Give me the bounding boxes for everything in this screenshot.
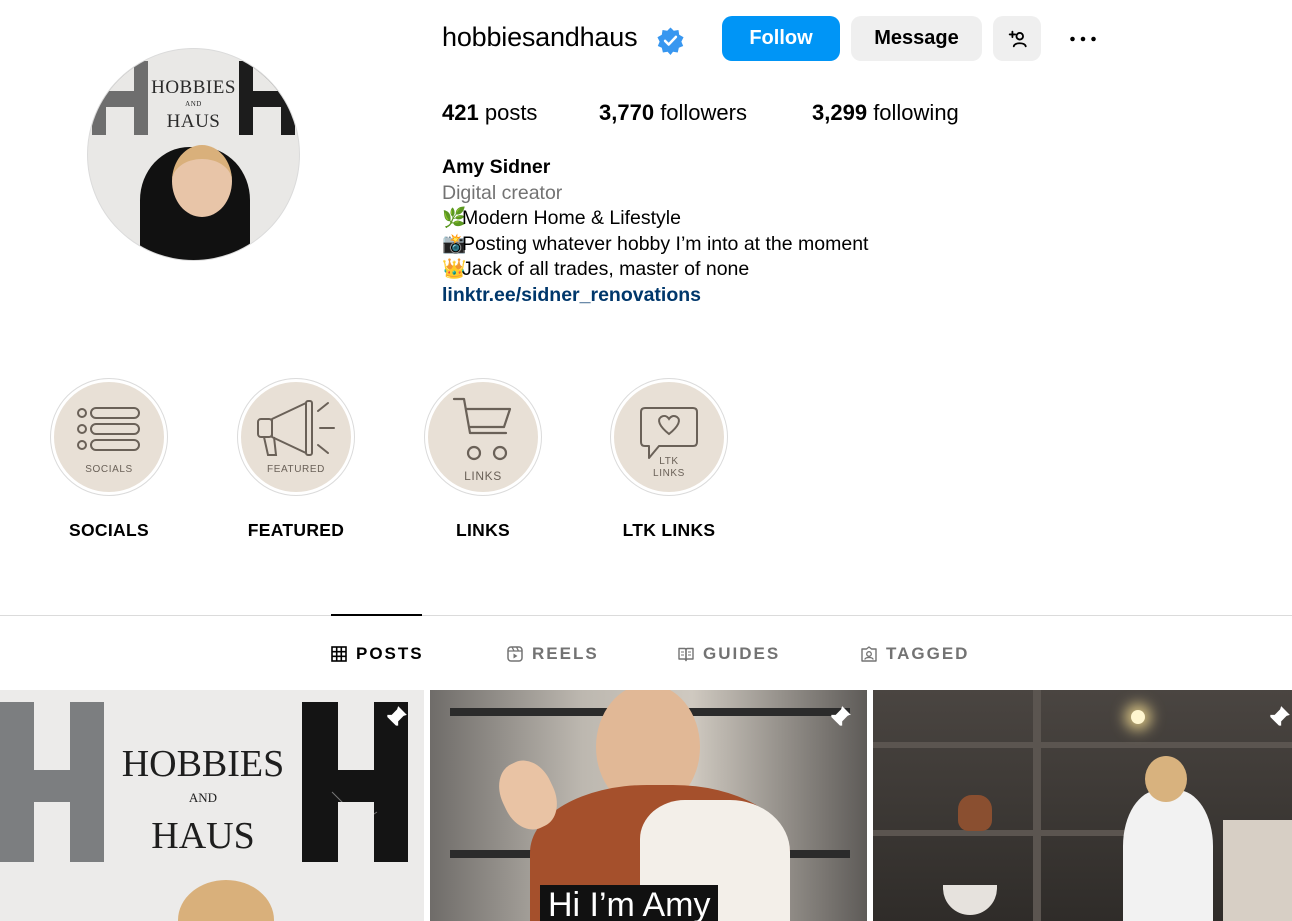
- profile-avatar[interactable]: HOBBIES AND HAUS: [87, 48, 300, 261]
- pinned-post-icon: [830, 706, 851, 727]
- highlight-ltk-links[interactable]: LTK LINKS LTK LINKS: [609, 378, 729, 541]
- bio-line-3: 👑Jack of all trades, master of none: [442, 257, 868, 283]
- post-tile[interactable]: Hi I’m Amy: [430, 690, 867, 921]
- megaphone-icon: [257, 400, 335, 456]
- highlight-cover: LTK LINKS: [614, 382, 724, 492]
- highlight-cover: SOCIALS: [54, 382, 164, 492]
- post-person-shirt: [1123, 790, 1213, 921]
- reels-icon: [507, 646, 523, 662]
- suggested-accounts-button[interactable]: [993, 16, 1041, 61]
- highlight-ring: LINKS: [424, 378, 542, 496]
- bio-line-2: 📸Posting whatever hobby I’m into at the …: [442, 232, 868, 258]
- tab-tagged[interactable]: TAGGED: [861, 644, 969, 664]
- pinned-post-icon: [386, 706, 407, 727]
- more-options-button[interactable]: [1063, 16, 1103, 61]
- highlight-cover-text: SOCIALS: [85, 464, 133, 475]
- avatar-logo-and: AND: [185, 100, 202, 108]
- bio-line-1: 🌿Modern Home & Lifestyle: [442, 206, 868, 232]
- post-logo-line1: HOBBIES: [121, 743, 285, 785]
- highlight-cover-text: LINKS: [464, 469, 502, 483]
- bio-link[interactable]: linktr.ee/sidner_renovations: [442, 283, 868, 309]
- grid-icon: [331, 646, 347, 662]
- following-stat[interactable]: 3,299 following: [812, 100, 959, 126]
- person-add-icon: [1008, 30, 1027, 47]
- leaf-emoji-icon: 🌿: [442, 207, 467, 229]
- camera-emoji-icon: 📸: [442, 232, 467, 255]
- tab-posts[interactable]: POSTS: [331, 644, 424, 664]
- tagged-icon: [861, 646, 877, 662]
- tabs-divider: [0, 615, 1292, 616]
- highlight-title: SOCIALS: [69, 520, 149, 540]
- post-artwork: [1223, 820, 1292, 921]
- post-tile[interactable]: HOBBIES AND HAUS: [0, 690, 424, 921]
- avatar-logo-line2: HAUS: [166, 111, 221, 132]
- highlight-ring: FEATURED: [237, 378, 355, 496]
- post-logo-and: AND: [188, 790, 218, 805]
- list-icon: [77, 407, 140, 451]
- active-tab-indicator: [331, 614, 422, 616]
- pinned-post-icon: [1269, 706, 1290, 727]
- follow-button[interactable]: Follow: [722, 16, 840, 61]
- highlight-cover-text-line1: LTK: [659, 456, 679, 467]
- profile-full-name: Amy Sidner: [442, 156, 551, 178]
- verified-badge-icon: [657, 27, 684, 55]
- profile-category: Digital creator: [442, 181, 563, 204]
- profile-bio: Amy Sidner Digital creator 🌿Modern Home …: [442, 155, 868, 308]
- highlight-ring: SOCIALS: [50, 378, 168, 496]
- posts-count-stat: 421 posts: [442, 100, 537, 126]
- highlight-cover-text-line2: LINKS: [653, 468, 685, 479]
- highlight-cover: FEATURED: [241, 382, 351, 492]
- tab-label: GUIDES: [703, 644, 781, 663]
- highlight-title: FEATURED: [247, 520, 345, 540]
- following-label: following: [873, 100, 959, 125]
- heart-bubble-icon: [640, 407, 698, 459]
- post-person-hair: [178, 880, 274, 921]
- post-shelf: [873, 742, 1292, 748]
- profile-username: hobbiesandhaus: [442, 22, 638, 52]
- tab-reels[interactable]: REELS: [507, 644, 599, 664]
- post-logo-h-left: [0, 702, 104, 862]
- avatar-logo-line1: HOBBIES: [151, 77, 236, 98]
- highlight-cover: LINKS: [428, 382, 538, 492]
- highlight-socials[interactable]: SOCIALS SOCIALS: [49, 378, 169, 541]
- tab-label: TAGGED: [886, 644, 970, 663]
- tab-label: REELS: [532, 644, 599, 663]
- post-caption: Hi I’m Amy: [540, 885, 719, 921]
- posts-count: 421: [442, 100, 479, 125]
- highlight-cover-text: FEATURED: [267, 464, 325, 475]
- highlight-title: LTK LINKS: [622, 520, 716, 540]
- post-person-head: [1145, 756, 1187, 802]
- post-light: [1131, 710, 1145, 724]
- highlight-links[interactable]: LINKS LINKS: [423, 378, 543, 541]
- posts-label: posts: [484, 100, 538, 125]
- guides-icon: [678, 647, 694, 662]
- more-options-icon: [1070, 36, 1096, 41]
- post-tile[interactable]: [873, 690, 1292, 921]
- post-vase: [958, 795, 992, 831]
- following-count: 3,299: [812, 100, 868, 125]
- cart-icon: [452, 397, 512, 461]
- followers-label: followers: [660, 100, 747, 125]
- highlight-ring: LTK LINKS: [610, 378, 728, 496]
- message-button[interactable]: Message: [851, 16, 982, 61]
- post-logo-line2: HAUS: [151, 815, 255, 857]
- followers-stat[interactable]: 3,770 followers: [599, 100, 747, 126]
- avatar-person-head: [172, 145, 232, 217]
- bio-line-3-text: Jack of all trades, master of none: [462, 258, 750, 280]
- tab-label: POSTS: [356, 644, 424, 663]
- highlight-title: LINKS: [456, 520, 510, 540]
- post-shelf-divider: [1033, 690, 1041, 921]
- followers-count: 3,770: [599, 100, 655, 125]
- bio-line-1-text: Modern Home & Lifestyle: [462, 207, 681, 229]
- tab-guides[interactable]: GUIDES: [678, 644, 780, 664]
- crown-emoji-icon: 👑: [442, 258, 467, 280]
- bio-line-2-text: Posting whatever hobby I’m into at the m…: [462, 232, 869, 255]
- highlight-featured[interactable]: FEATURED FEATURED: [236, 378, 356, 541]
